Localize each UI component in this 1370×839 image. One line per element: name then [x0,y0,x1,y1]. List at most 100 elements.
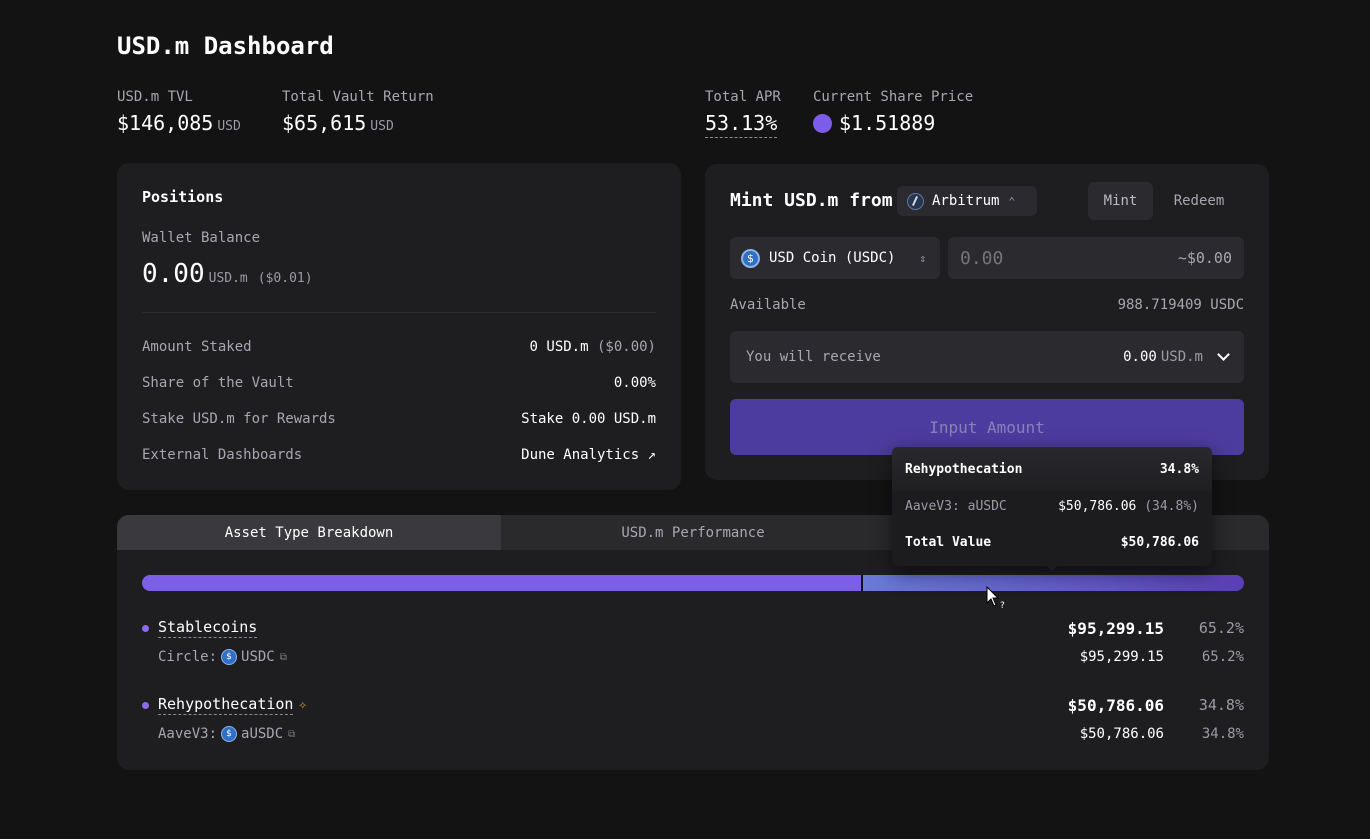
arbitrum-icon [907,192,924,210]
share-price-value: $1.51889 [839,111,936,135]
allocation-bar-rehypothecation[interactable] [860,575,1244,591]
tooltip-header: Rehypothecation 34.8% [892,447,1212,491]
category-pct: 65.2% [1198,619,1244,637]
tab-asset-type-breakdown[interactable]: Asset Type Breakdown [117,515,501,550]
svg-text:?: ? [1000,601,1005,611]
subitem-pct: 34.8% [1201,726,1244,742]
category-pct: 34.8% [1198,696,1244,714]
amount-staked-value: 0 USD.m [529,339,589,355]
available-label: Available [730,297,806,313]
ausdc-icon: $ [221,726,238,742]
amount-staked-label: Amount Staked [142,339,252,355]
wallet-balance-amount: 0.00 [142,259,205,289]
receive-row[interactable]: You will receive 0.00 USD.m [730,331,1244,383]
tooltip-title-pct: 34.8% [1159,461,1199,477]
allocation-bar [142,575,1244,591]
subitem-pct: 65.2% [1201,649,1244,665]
category-bullet [142,701,149,709]
available-row: Available 988.719409 USDC [730,297,1244,313]
available-value[interactable]: 988.719409 USDC [1118,297,1244,313]
wallet-balance-unit: USD.m [208,271,248,286]
up-down-chevron-icon: ⌃ [1008,194,1016,208]
wallet-balance-usd: ($0.01) [257,271,313,286]
subitem-amount: $95,299.15 [1079,649,1164,665]
receive-unit: USD.m [1160,349,1203,365]
category-stablecoins: Stablecoins $95,299.15 65.2% [142,618,1244,638]
vault-share-label: Share of the Vault [142,375,294,391]
positions-card: Positions Wallet Balance 0.00 USD.m ($0.01… [117,163,681,490]
tooltip-row: AaveV3: aUSDC $50,786.06 (34.8%) [905,499,1199,514]
external-dashboards-row: External Dashboards Dune Analytics ↗ [142,447,656,463]
tooltip-row-value: $50,786.06 [1058,499,1137,514]
page-title: USD.m Dashboard [117,32,334,60]
positions-title: Positions [142,188,224,206]
allocation-tooltip: Rehypothecation 34.8% AaveV3: aUSDC $50,… [892,447,1212,571]
category-amount: $95,299.15 [1067,618,1164,638]
apr-value[interactable]: 53.13% [705,111,778,138]
vault-return-stat: Total Vault Return $65,615 USD [282,89,434,135]
amount-field: ~$0.00 [948,237,1244,279]
usdc-icon: $ [741,248,760,268]
vault-return-unit: USD [370,119,394,134]
vault-share-value: 0.00% [613,375,656,391]
share-price-label: Current Share Price [813,89,974,105]
mint-title: Mint USD.m from [730,190,893,211]
chevron-down-icon[interactable] [1217,348,1230,361]
stake-link[interactable]: Stake 0.00 USD.m [521,411,656,427]
tvl-stat: USD.m TVL $146,085 USD [117,89,241,135]
amount-staked-usd: ($0.00) [596,339,656,355]
vault-share-row: Share of the Vault 0.00% [142,375,656,391]
tab-redeem[interactable]: Redeem [1153,182,1245,220]
subitem-amount: $50,786.06 [1079,726,1164,742]
tvl-label: USD.m TVL [117,89,193,105]
wallet-balance-value: 0.00 USD.m ($0.01) [142,259,313,289]
category-amount: $50,786.06 [1067,695,1164,715]
external-link-icon[interactable]: ⧉ [280,652,287,663]
amount-usd: ~$0.00 [1177,249,1232,267]
chain-selector[interactable]: Arbitrum ⌃ [897,186,1037,216]
tab-mint[interactable]: Mint [1088,182,1153,220]
dune-analytics-link[interactable]: Dune Analytics ↗ [521,447,656,463]
receive-label: You will receive [746,349,881,365]
mint-redeem-tabs: Mint Redeem [1088,182,1245,220]
mint-card: Mint USD.m from Arbitrum ⌃ Mint Redeem $… [705,164,1269,480]
share-price-stat: Current Share Price $1.51889 [813,89,973,135]
subitem-provider: AaveV3: [158,726,218,742]
category-bullet [142,624,149,632]
sparkle-icon: ✧ [298,697,307,713]
tooltip-row-label: AaveV3: aUSDC [905,499,1007,514]
category-name[interactable]: Stablecoins [158,618,258,638]
amount-input[interactable] [960,247,1110,269]
allocation-bar-stablecoins[interactable] [142,575,861,591]
external-link-icon[interactable]: ⧉ [288,729,295,740]
subitem-token-link[interactable]: aUSDC [241,726,283,742]
token-selector[interactable]: $ USD Coin (USDC) ⇕ [730,237,940,279]
share-price-token-icon [813,114,832,133]
tvl-value: $146,085 [117,111,214,135]
wallet-balance-label: Wallet Balance [142,230,261,246]
usdc-icon: $ [221,649,238,665]
tvl-unit: USD [217,119,241,134]
token-label: USD Coin (USDC) [769,250,896,266]
tooltip-total-label: Total Value [905,535,992,550]
vault-return-label: Total Vault Return [282,89,434,105]
stake-row: Stake USD.m for Rewards Stake 0.00 USD.m [142,411,656,427]
amount-staked-row: Amount Staked 0 USD.m ($0.00) [142,339,656,355]
tooltip-total-value: $50,786.06 [1120,535,1199,550]
subitem-provider: Circle: [158,649,218,665]
stake-label: Stake USD.m for Rewards [142,411,336,427]
tooltip-total-row: Total Value $50,786.06 [905,535,1199,550]
vault-return-value: $65,615 [282,111,367,135]
divider [142,312,656,313]
apr-stat: Total APR 53.13% [705,89,781,138]
chain-label: Arbitrum [932,193,1000,209]
tooltip-arrow [1047,566,1057,571]
subitem-token-link[interactable]: USDC [241,649,275,665]
tab-usdm-performance[interactable]: USD.m Performance [501,515,885,550]
subitem-circle-usdc: Circle: $ USDC ⧉ $95,299.15 65.2% [158,649,1244,665]
category-name[interactable]: Rehypothecation [158,695,294,715]
apr-label: Total APR [705,89,781,105]
category-rehypothecation: Rehypothecation ✧ $50,786.06 34.8% [142,695,1244,715]
receive-value: 0.00 [1123,349,1157,365]
mouse-cursor-icon: ? [986,586,1005,611]
